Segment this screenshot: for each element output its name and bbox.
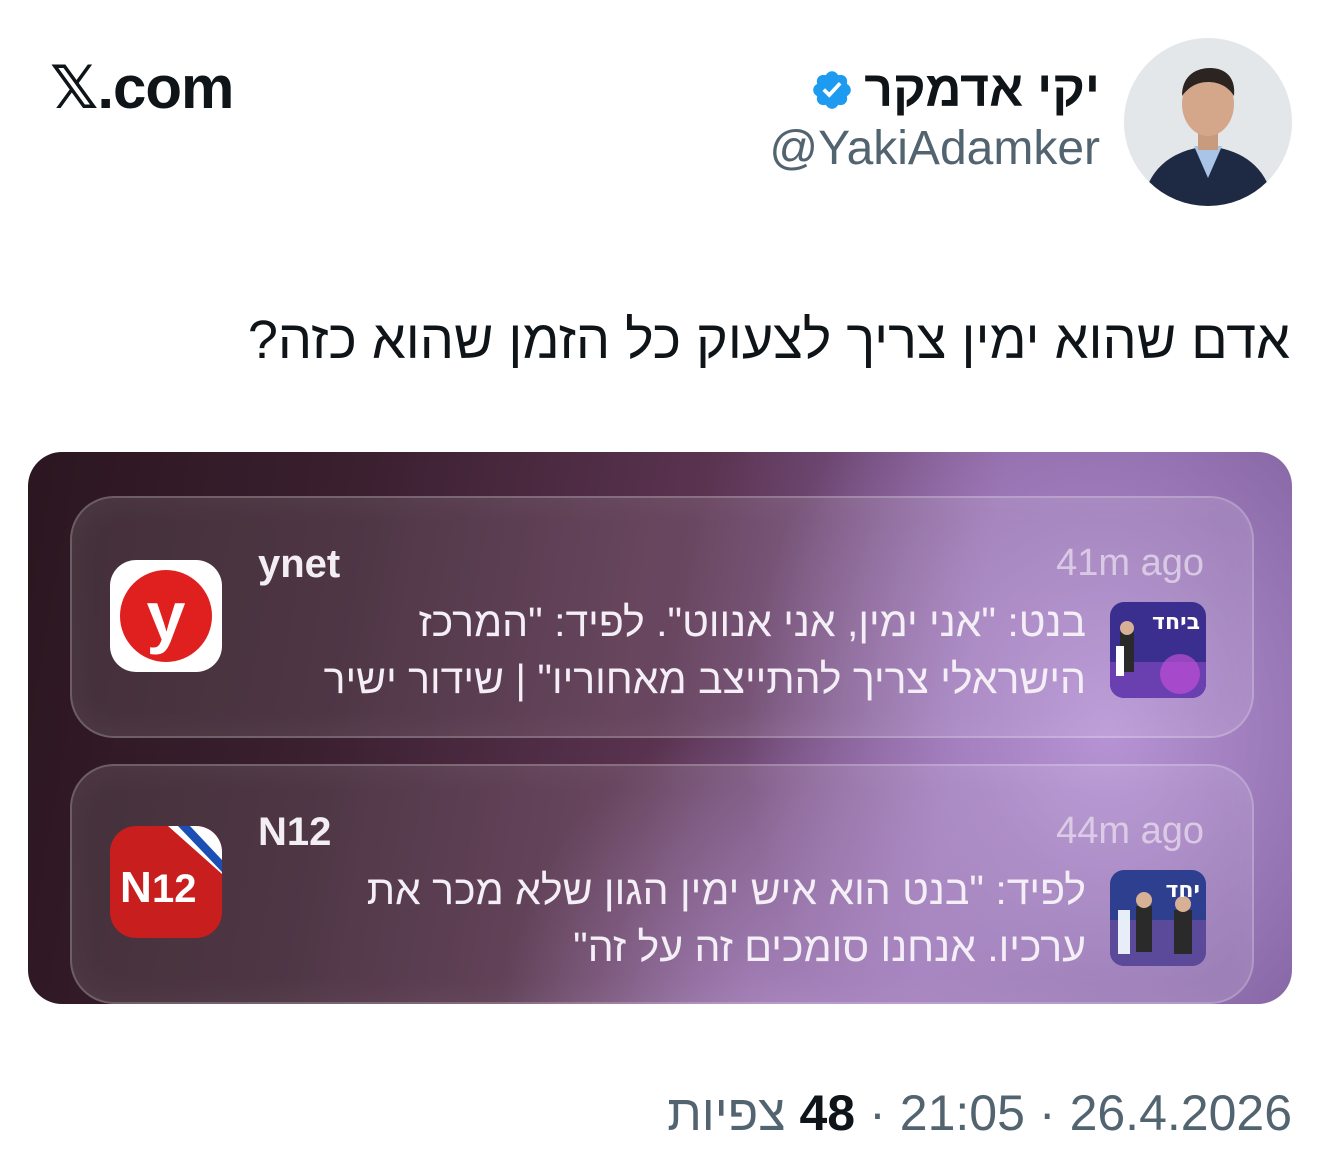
meta-separator: ·	[869, 1085, 886, 1141]
ynet-icon-letter: y	[147, 577, 186, 655]
notification-time: 41m ago	[1056, 542, 1204, 584]
brand-domain: .com	[97, 54, 234, 121]
thumbnail-caption: יחד	[1165, 878, 1200, 903]
avatar-photo	[1124, 38, 1292, 206]
notification-body: בנט: "אני ימין, אני אנווט". לפיד: "המרכז…	[206, 594, 1086, 709]
notification-app-name: N12	[258, 810, 332, 854]
author-handle[interactable]: @YakiAdamker	[769, 121, 1100, 176]
notification-app-name: ynet	[258, 542, 341, 586]
x-com-logo: 𝕏.com	[50, 58, 234, 119]
thumbnail-caption: ביחד	[1152, 610, 1200, 635]
notification-thumbnail: יחד	[1110, 870, 1206, 966]
notification-time: 44m ago	[1056, 810, 1204, 852]
author-name-row: יקי אדמקר	[769, 62, 1100, 117]
notification-body-line: ערכיו. אנחנו סומכים זה על זה"	[573, 924, 1086, 971]
tweet-meta: צפיות 48 · 21:05 · 26.4.2026	[667, 1088, 1292, 1138]
views-label: צפיות	[667, 1085, 786, 1141]
tweet-media-image[interactable]: y ynet 41m ago בנט: "אני ימין, אני אנווט…	[28, 452, 1292, 1004]
tweet-text: אדם שהוא ימין צריך לצעוק כל הזמן שהוא כז…	[247, 310, 1290, 370]
notification-thumbnail: ביחד	[1110, 602, 1206, 698]
views-count: 48	[799, 1085, 856, 1141]
n12-icon-n: N	[120, 863, 152, 912]
tweet-date[interactable]: 26.4.2026	[1070, 1088, 1292, 1138]
author-name[interactable]: יקי אדמקר	[864, 62, 1100, 117]
verified-badge-icon	[813, 70, 851, 109]
notification-ynet: y ynet 41m ago בנט: "אני ימין, אני אנווט…	[70, 496, 1254, 738]
n12-icon-number: 12	[152, 867, 197, 911]
author-block: יקי אדמקר @YakiAdamker	[769, 62, 1100, 176]
x-logo-icon: 𝕏	[50, 53, 98, 123]
tweet-time[interactable]: 21:05	[900, 1088, 1025, 1138]
notification-body-line: לפיד: "בנט הוא איש ימין הגון שלא מכר את	[366, 867, 1086, 913]
meta-separator: ·	[1038, 1085, 1056, 1141]
avatar[interactable]	[1124, 38, 1292, 206]
notification-body-line: בנט: "אני ימין, אני אנווט". לפיד: "המרכז	[418, 599, 1086, 645]
notification-body-line: הישראלי צריך להתייצב מאחוריו" | שידור יש…	[323, 656, 1086, 703]
notification-n12: N 12 N12 44m ago לפיד: "בנט הוא איש ימין…	[70, 764, 1254, 1004]
notification-body: לפיד: "בנט הוא איש ימין הגון שלא מכר את …	[206, 862, 1086, 977]
